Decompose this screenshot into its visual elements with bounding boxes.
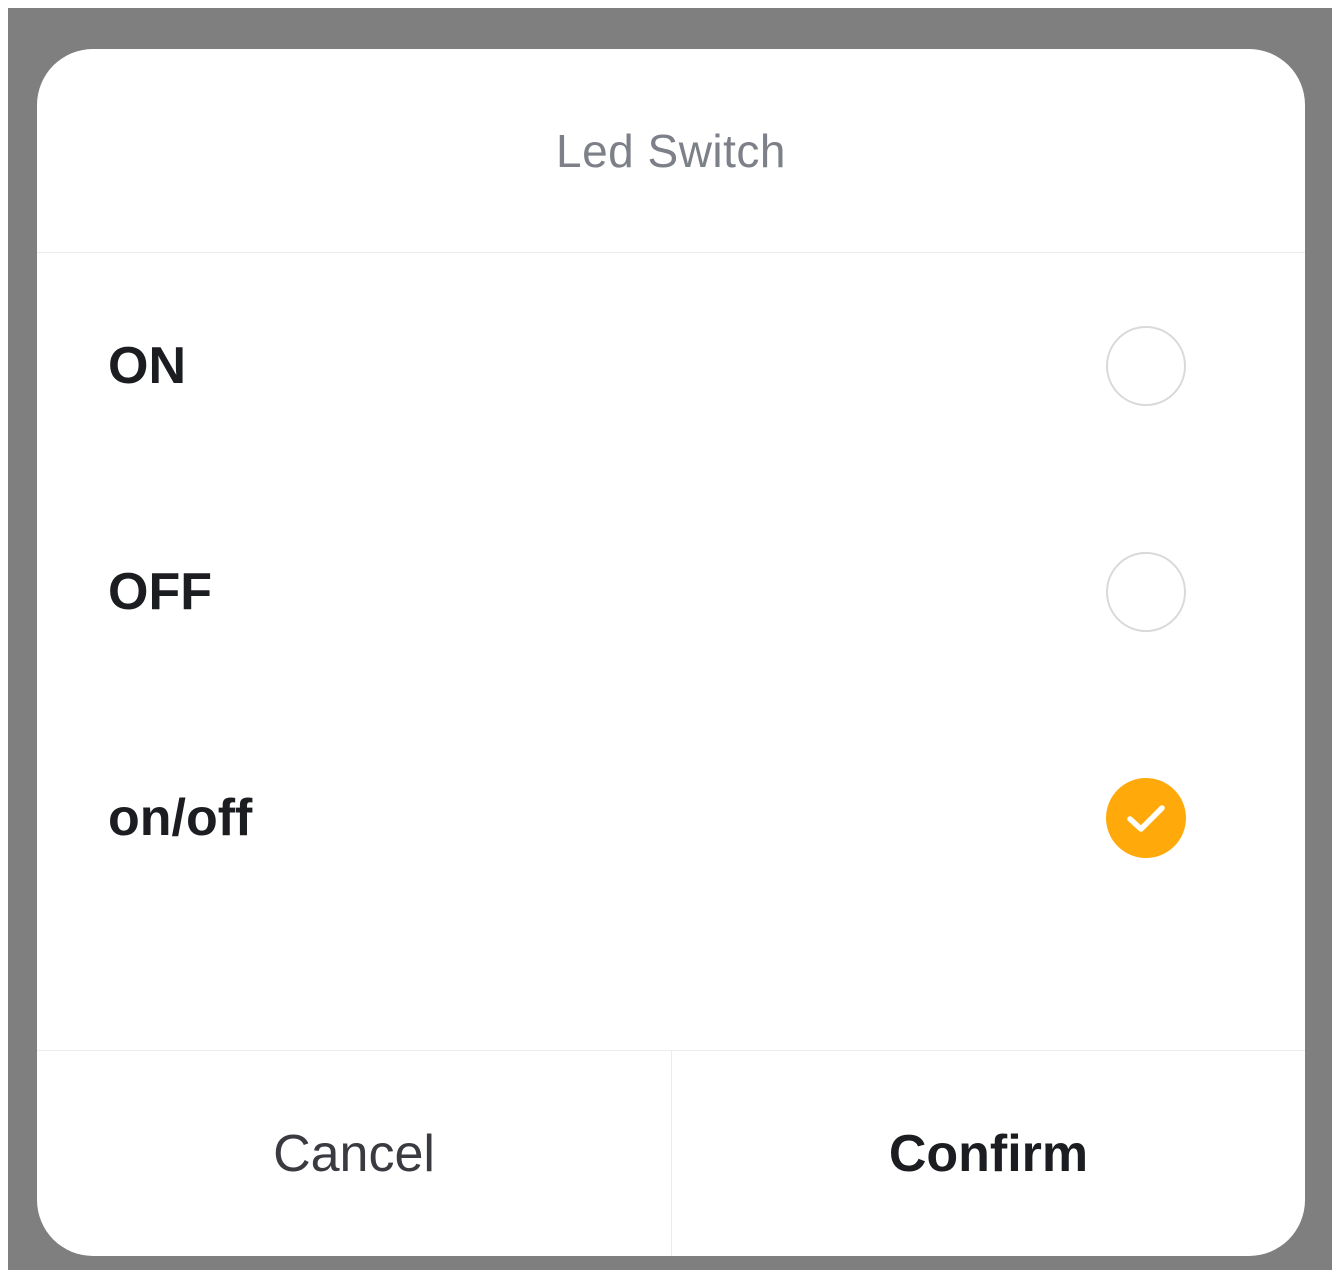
check-icon (1127, 805, 1165, 832)
radio-unchecked-icon[interactable] (1106, 552, 1186, 632)
option-on-label: ON (108, 337, 186, 395)
cancel-button[interactable]: Cancel (37, 1051, 671, 1256)
option-on-off-label: on/off (108, 789, 253, 847)
radio-checked-icon[interactable] (1106, 778, 1186, 858)
confirm-button[interactable]: Confirm (672, 1051, 1305, 1256)
led-switch-dialog: Led Switch ON OFF on/off Cancel Confirm (37, 49, 1305, 1256)
dialog-title: Led Switch (555, 124, 786, 177)
option-on[interactable]: ON (37, 253, 1305, 479)
radio-unchecked-icon[interactable] (1106, 326, 1186, 406)
option-on-off[interactable]: on/off (37, 705, 1305, 931)
option-off[interactable]: OFF (37, 479, 1305, 705)
option-off-label: OFF (108, 563, 212, 621)
